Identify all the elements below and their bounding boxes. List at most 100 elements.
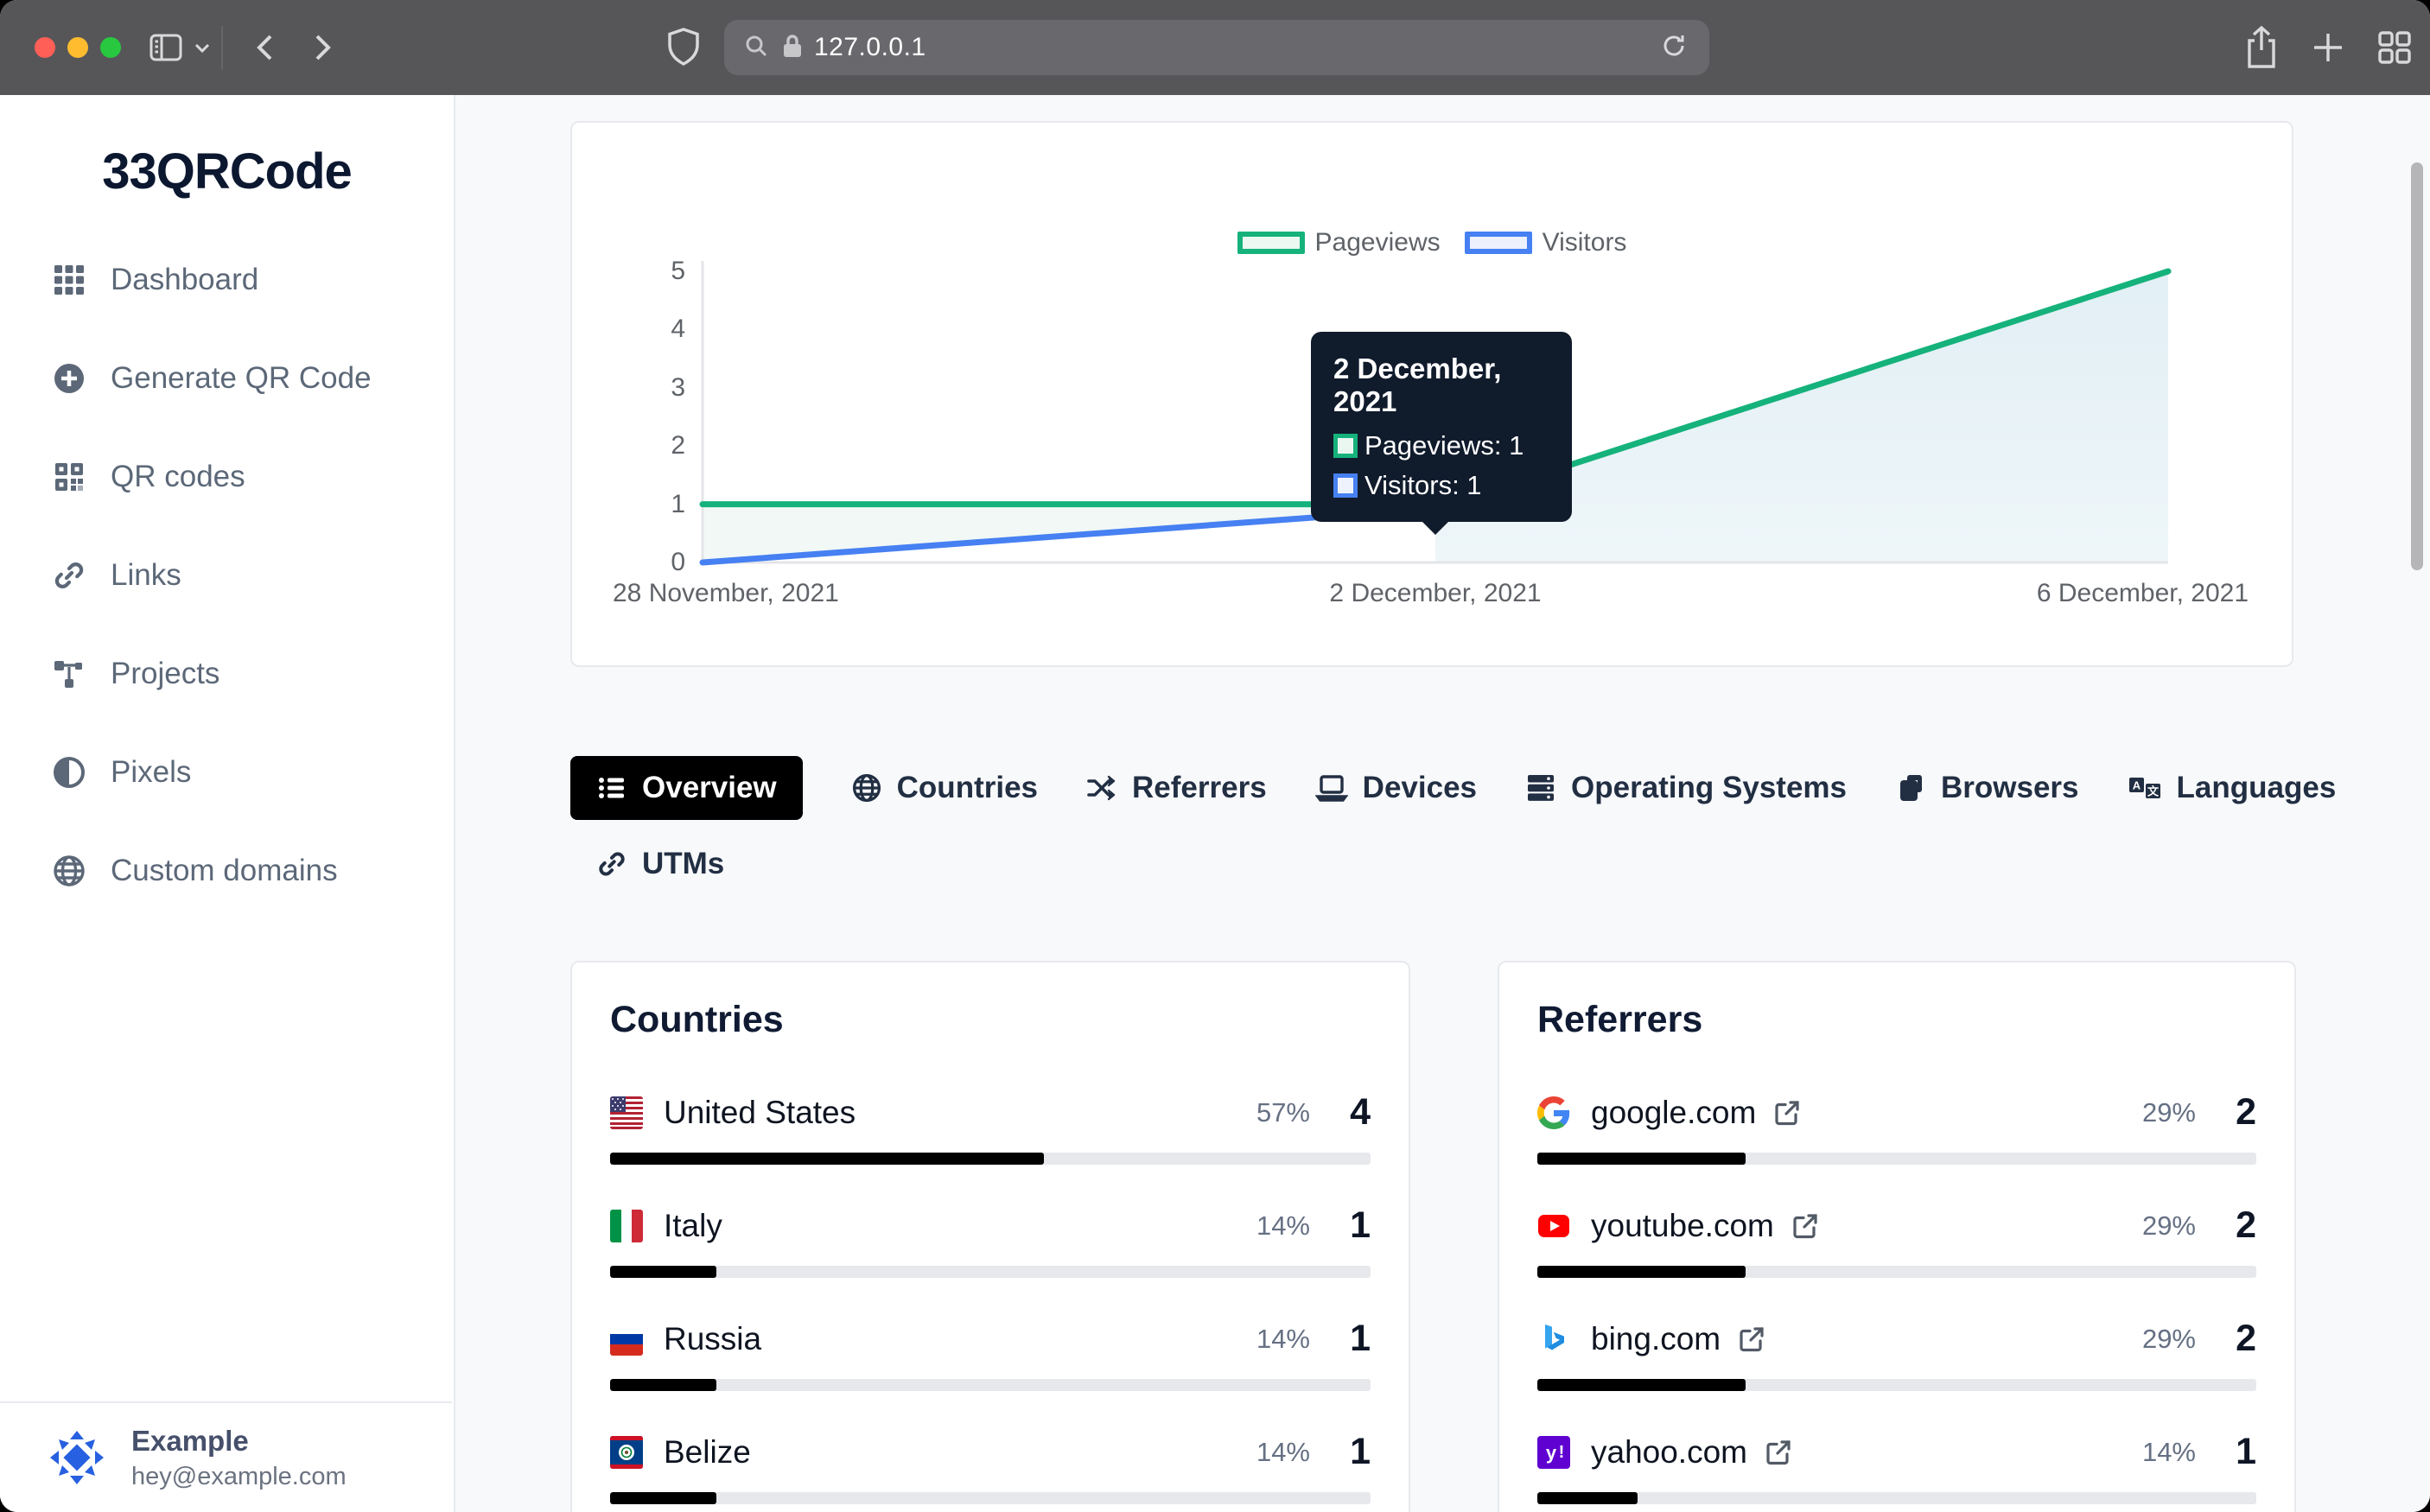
sidebar-item-projects[interactable]: Projects [0,625,454,723]
minimize-window-button[interactable] [67,37,88,58]
sidebar-item-pixels[interactable]: Pixels [0,723,454,822]
reload-icon[interactable] [1659,31,1689,65]
sidebar-item-qr-codes[interactable]: QR codes [0,428,454,526]
sidebar-item-generate-qr[interactable]: Generate QR Code [0,329,454,428]
sidebar-item-label: Projects [111,657,219,691]
qr-code-icon [52,460,90,494]
progress-track [1537,1379,2256,1391]
sidebar-item-label: Custom domains [111,854,338,888]
laptop-icon [1315,772,1348,804]
country-percent: 57% [1256,1097,1310,1128]
progress-track [610,1492,1371,1504]
plus-circle-icon [52,361,90,396]
country-name: Italy [664,1208,722,1244]
progress-fill [1537,1492,1638,1504]
tab-label: Devices [1363,771,1477,805]
united-states-flag-icon [610,1096,643,1129]
sidebar-item-label: Dashboard [111,263,258,297]
progress-fill [610,1266,716,1278]
sidebar-item-custom-domains[interactable]: Custom domains [0,822,454,920]
projects-nodes-icon [52,657,90,691]
progress-fill [610,1379,716,1391]
analytics-chart-card: Pageviews Visitors 012345 28 November, 2… [570,121,2293,667]
share-icon[interactable] [2242,24,2281,75]
country-percent: 14% [1256,1324,1310,1355]
address-bar[interactable]: 127.0.0.1 [724,20,1709,75]
x-tick-label: 28 November, 2021 [613,579,839,608]
google-favicon [1537,1096,1570,1129]
tab-overview-icon[interactable] [2375,28,2414,72]
sidebar-toggle-icon[interactable] [147,29,185,71]
sidebar: 33QRCode Dashboard Generate QR Code [0,95,455,1512]
referrer-count: 2 [2196,1318,2256,1360]
referrer-count: 2 [2196,1204,2256,1247]
referrer-count: 1 [2196,1431,2256,1473]
browser-window-icon [1895,772,1926,804]
link-icon [52,558,90,593]
dashboard-grid-icon [52,263,90,297]
tab-languages[interactable]: A 文 Languages [2128,756,2337,820]
external-link-icon[interactable] [1765,1439,1792,1466]
sidebar-nav: Dashboard Generate QR Code QR codes [0,231,454,920]
progress-track [610,1153,1371,1165]
country-name: Russia [664,1321,761,1357]
progress-track [1537,1266,2256,1278]
tab-label: Referrers [1132,771,1267,805]
tab-browsers[interactable]: Browsers [1895,756,2079,820]
forward-button[interactable] [304,28,339,72]
tooltip-row: Visitors: 1 [1333,470,1549,501]
sidebar-item-label: Links [111,558,181,593]
chevron-down-icon[interactable] [192,40,213,61]
referrers-card: Referrers google.com 29% [1498,961,2296,1512]
sidebar-item-links[interactable]: Links [0,526,454,625]
external-link-icon[interactable] [1773,1099,1801,1127]
tooltip-title: 2 December, 2021 [1333,353,1549,418]
pageviews-swatch [1333,434,1358,458]
country-row: Russia 14% 1 [610,1318,1371,1391]
globe-icon [52,854,90,888]
country-count: 1 [1310,1204,1371,1247]
svg-text:!: ! [1559,1443,1565,1462]
scrollbar-thumb[interactable] [2411,162,2423,570]
y-tick-label: 0 [572,548,685,577]
y-tick-label: 2 [572,431,685,461]
tab-operating-systems[interactable]: Operating Systems [1525,756,1847,820]
tab-utms[interactable]: UTMs [596,832,724,896]
close-window-button[interactable] [35,37,55,58]
sidebar-item-label: Pixels [111,755,191,790]
y-tick-label: 3 [572,373,685,403]
analytics-tabs: Overview Countries Referrers [570,756,2299,908]
zoom-window-button[interactable] [100,37,121,58]
new-tab-icon[interactable] [2309,29,2347,71]
back-button[interactable] [249,28,283,72]
russia-flag-icon [610,1323,643,1356]
tab-devices[interactable]: Devices [1315,756,1477,820]
user-account[interactable]: Example hey@example.com [0,1401,452,1512]
sidebar-item-dashboard[interactable]: Dashboard [0,231,454,329]
server-stack-icon [1525,772,1556,804]
referrer-percent: 29% [2142,1324,2196,1355]
tab-label: Operating Systems [1571,771,1847,805]
external-link-icon[interactable] [1738,1325,1765,1353]
tab-countries[interactable]: Countries [851,756,1038,820]
referrer-domain: youtube.com [1591,1208,1774,1244]
list-icon [596,772,627,804]
tab-overview[interactable]: Overview [570,756,803,820]
tab-referrers[interactable]: Referrers [1086,756,1267,820]
globe-icon [851,772,882,804]
x-tick-label: 6 December, 2021 [2037,579,2249,608]
referrer-domain: bing.com [1591,1321,1721,1357]
external-link-icon[interactable] [1791,1212,1819,1240]
link-icon [596,848,627,880]
tooltip-row-label: Visitors: 1 [1364,470,1482,501]
referrer-row: google.com 29% 2 [1537,1091,2256,1165]
tab-label: Languages [2177,771,2337,805]
referrer-count: 2 [2196,1091,2256,1134]
chart-tooltip: 2 December, 2021 Pageviews: 1 Visitors: … [1311,332,1572,522]
progress-track [610,1266,1371,1278]
avatar [48,1429,105,1486]
privacy-shield-icon[interactable] [664,26,703,73]
progress-track [610,1379,1371,1391]
referrer-percent: 14% [2142,1437,2196,1468]
y-tick-label: 1 [572,490,685,519]
